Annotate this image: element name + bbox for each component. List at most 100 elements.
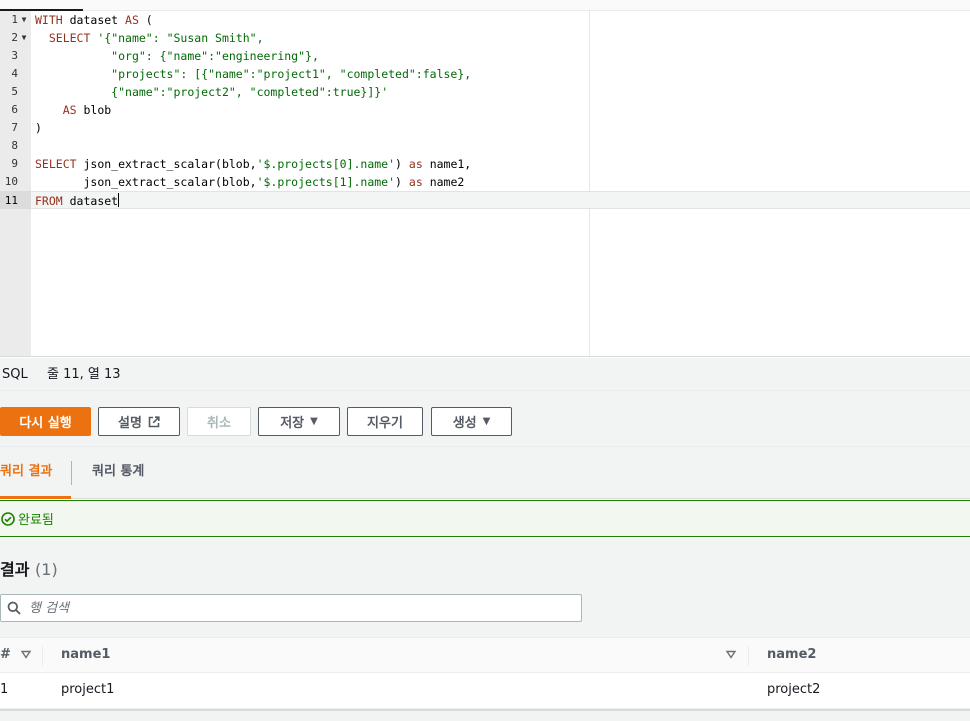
fold-toggle-icon[interactable]: ▼ xyxy=(19,29,29,47)
create-label: 생성 xyxy=(452,416,477,431)
column-divider[interactable] xyxy=(748,646,749,666)
sort-caret-icon[interactable] xyxy=(725,648,737,660)
cursor-position: 줄 11, 열 13 xyxy=(47,367,121,382)
caret-down-icon: ▼ xyxy=(310,416,318,427)
run-again-button[interactable]: 다시 실행 xyxy=(0,407,91,436)
code-text: ) xyxy=(35,121,42,135)
tab-label: 쿼리 통계 xyxy=(92,464,145,479)
result-tabs: 쿼리 결과 쿼리 통계 xyxy=(0,447,970,499)
table-bottom-border xyxy=(0,709,970,711)
external-link-icon xyxy=(148,415,160,427)
column-header-name1[interactable]: name1 xyxy=(61,638,110,672)
keyword: FROM xyxy=(35,194,63,208)
cell-name1: project1 xyxy=(61,682,115,697)
code-line[interactable]: 7 ) xyxy=(0,119,970,137)
line-number: 6 xyxy=(11,103,18,116)
results-table: # name1 name2 1 project1 project2 xyxy=(0,637,970,711)
string-literal: {"name":"project2", "completed":true}]}' xyxy=(111,85,389,99)
string-literal: '{"name": "Susan Smith", xyxy=(97,31,264,45)
completed-alert: 완료됨 xyxy=(0,500,970,537)
cancel-button[interactable]: 취소 xyxy=(187,407,251,436)
code-line[interactable]: 10 json_extract_scalar(blob,'$.projects[… xyxy=(0,173,970,191)
table-row: 1 project1 project2 xyxy=(0,673,970,709)
line-number: 4 xyxy=(11,67,18,80)
column-header-name2[interactable]: name2 xyxy=(767,638,816,672)
line-number: 7 xyxy=(11,121,18,134)
results-heading: 결과 (1) xyxy=(0,556,58,580)
line-number: 1 xyxy=(11,13,18,26)
results-panel: 결과 (1) # name1 name2 1 project1 project2 xyxy=(0,538,970,721)
caret-down-icon: ▼ xyxy=(482,416,491,427)
clear-button[interactable]: 지우기 xyxy=(347,407,423,436)
code-line[interactable]: 5 {"name":"project2", "completed":true}]… xyxy=(0,83,970,101)
cell-name2: project2 xyxy=(767,682,821,697)
check-circle-icon xyxy=(1,511,15,526)
code-line[interactable]: 3 "org": {"name":"engineering"}, xyxy=(0,47,970,65)
column-header-index[interactable]: # xyxy=(0,638,11,672)
run-again-label: 다시 실행 xyxy=(19,416,72,431)
code-text: ) xyxy=(395,175,409,189)
keyword: SELECT xyxy=(35,157,77,171)
cell-index: 1 xyxy=(0,682,9,697)
code-text: json_extract_scalar(blob, xyxy=(76,157,257,171)
code-text: ) xyxy=(395,157,409,171)
code-line[interactable]: 8 xyxy=(0,137,970,155)
search-icon xyxy=(7,601,21,615)
line-number: 11 xyxy=(4,194,18,207)
table-header: # name1 name2 xyxy=(0,637,970,673)
string-literal: "projects": [{"name":"project1", "comple… xyxy=(111,67,472,81)
sort-caret-icon[interactable] xyxy=(20,648,32,660)
tab-query-stats[interactable]: 쿼리 통계 xyxy=(92,447,144,499)
code-line[interactable]: 6 AS blob xyxy=(0,101,970,119)
tab-query-results[interactable]: 쿼리 결과 xyxy=(0,447,71,499)
query-toolbar: 다시 실행 설명 취소 저장 ▼ 지우기 생성 ▼ xyxy=(0,391,970,447)
row-search[interactable] xyxy=(0,594,582,622)
code-line[interactable]: 9 SELECT json_extract_scalar(blob,'$.pro… xyxy=(0,155,970,173)
results-count: (1) xyxy=(35,560,58,579)
keyword: SELECT xyxy=(48,31,91,45)
create-button[interactable]: 생성 ▼ xyxy=(431,407,512,436)
code-text: name1, xyxy=(422,157,472,171)
save-label: 저장 xyxy=(280,416,305,431)
line-number: 9 xyxy=(11,157,18,170)
fold-toggle-icon[interactable]: ▼ xyxy=(19,11,29,29)
code-text: blob xyxy=(76,103,112,117)
save-button[interactable]: 저장 ▼ xyxy=(258,407,340,436)
column-divider[interactable] xyxy=(42,646,43,666)
code-text: json_extract_scalar(blob, xyxy=(83,175,257,189)
line-number: 2 xyxy=(11,31,18,44)
line-number: 8 xyxy=(11,139,18,152)
code-text: dataset xyxy=(62,13,126,27)
tab-divider xyxy=(71,461,72,485)
code-text: name2 xyxy=(422,175,465,189)
explain-label: 설명 xyxy=(118,416,142,431)
editor-status-bar: SQL 줄 11, 열 13 xyxy=(0,358,970,391)
code-line[interactable]: 1 ▼ WITH dataset AS ( xyxy=(0,11,970,29)
tab-label: 쿼리 결과 xyxy=(0,464,53,479)
editor-tab-strip xyxy=(0,0,970,11)
search-input[interactable] xyxy=(29,598,569,618)
line-number: 5 xyxy=(11,85,18,98)
code-line[interactable]: 4 "projects": [{"name":"project1", "comp… xyxy=(0,65,970,83)
string-literal: "org": {"name":"engineering"}, xyxy=(111,49,319,63)
line-number: 3 xyxy=(11,49,18,62)
cancel-label: 취소 xyxy=(207,416,231,431)
code-line-active[interactable]: 11 FROM dataset xyxy=(0,191,970,209)
code-text: dataset xyxy=(62,194,119,208)
keyword: AS xyxy=(125,13,139,27)
code-line[interactable]: 2 ▼ SELECT '{"name": "Susan Smith", xyxy=(0,29,970,47)
keyword: as xyxy=(408,175,423,189)
line-number: 10 xyxy=(4,175,18,188)
results-title: 결과 xyxy=(0,560,30,579)
keyword: WITH xyxy=(35,13,63,27)
sql-editor[interactable]: 1 ▼ WITH dataset AS ( 2 ▼ SELECT '{"name… xyxy=(0,0,970,357)
text-cursor xyxy=(118,193,120,207)
explain-button[interactable]: 설명 xyxy=(98,407,180,436)
clear-label: 지우기 xyxy=(367,416,403,431)
